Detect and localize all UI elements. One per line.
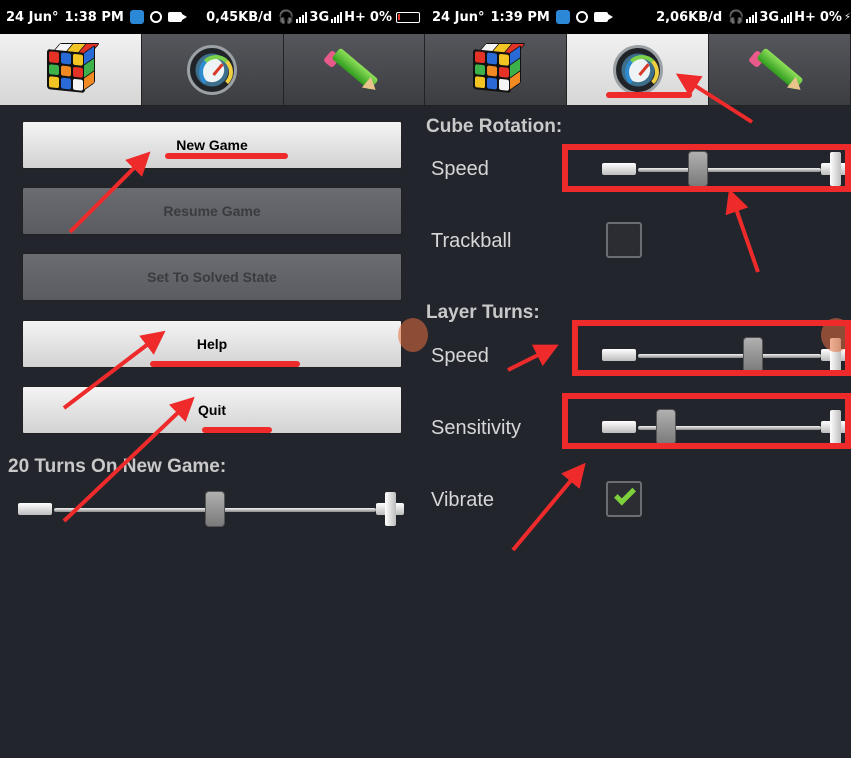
checkmark-icon [614, 483, 636, 506]
minus-icon[interactable] [602, 421, 636, 433]
battery-percent: 0% [819, 9, 842, 25]
slider-thumb[interactable] [205, 491, 225, 527]
signal-icon [781, 11, 793, 23]
speedometer-icon [612, 44, 663, 95]
sensitivity-slider[interactable] [602, 408, 849, 448]
pencil-icon [748, 42, 807, 98]
cube-rotation-title: Cube Rotation: [426, 116, 563, 137]
layer-speed-label: Speed [431, 345, 489, 367]
new-game-button[interactable]: New Game [22, 121, 402, 169]
network-speed: 0,45KB/d [206, 9, 273, 25]
status-bar-right: 24 Jun° 1:39 PM 2,06KB/d 🎧 3G H+ 0% ⚡ [426, 0, 851, 34]
slider-thumb[interactable] [687, 151, 708, 187]
chat-icon [149, 11, 162, 23]
sensitivity-label: Sensitivity [431, 417, 522, 439]
app-notification-icon [129, 10, 144, 24]
network-type: 3G [309, 9, 330, 25]
annotation-arrows [62, 73, 760, 552]
tab-settings[interactable] [567, 34, 709, 106]
rubiks-cube-icon [41, 41, 101, 99]
signal-icon [331, 11, 343, 23]
minus-icon[interactable] [602, 163, 636, 175]
slider-thumb[interactable] [655, 409, 676, 445]
tab-game[interactable] [425, 34, 568, 106]
vibrate-label: Vibrate [431, 489, 495, 511]
status-bar-left: 24 Jun° 1:38 PM 0,45KB/d 🎧 3G H+ 0% [0, 0, 426, 34]
speedometer-icon [187, 44, 238, 95]
minus-icon[interactable] [602, 349, 636, 361]
headphones-icon: 🎧 [278, 9, 295, 25]
app-notification-icon [555, 10, 570, 24]
help-button[interactable]: Help [22, 320, 402, 368]
turns-slider[interactable] [18, 490, 404, 530]
cube-speed-slider[interactable] [602, 150, 849, 190]
headphones-icon: 🎧 [728, 9, 745, 25]
set-solved-button: Set To Solved State [22, 253, 402, 301]
layer-turns-title: Layer Turns: [426, 302, 540, 323]
network-type: 3G [759, 9, 780, 25]
tab-editor[interactable] [283, 34, 426, 106]
video-icon [593, 12, 613, 22]
signal-icon [746, 11, 758, 23]
layer-speed-slider[interactable] [602, 336, 849, 376]
video-icon [167, 12, 187, 22]
battery-icon [396, 11, 420, 23]
quit-button[interactable]: Quit [22, 386, 402, 434]
touch-indicator [398, 318, 428, 352]
status-time: 1:38 PM [64, 9, 124, 25]
resume-game-button: Resume Game [22, 187, 402, 235]
network-speed: 2,06KB/d [656, 9, 723, 25]
slider-thumb[interactable] [743, 337, 764, 373]
trackball-label: Trackball [431, 230, 512, 252]
vibrate-checkbox[interactable] [606, 481, 642, 517]
tab-settings[interactable] [141, 34, 284, 106]
chat-icon [575, 11, 588, 23]
status-time: 1:39 PM [490, 9, 550, 25]
cube-speed-label: Speed [431, 158, 489, 180]
minus-icon[interactable] [18, 503, 52, 515]
status-date: 24 Jun° [432, 9, 485, 25]
rubiks-cube-icon [467, 41, 526, 99]
tab-game[interactable] [0, 34, 142, 106]
tab-editor[interactable] [708, 34, 851, 106]
charging-icon: ⚡ [843, 11, 851, 23]
trackball-checkbox[interactable] [606, 222, 642, 258]
tab-bar [0, 34, 851, 106]
battery-percent: 0% [369, 9, 392, 25]
network-type-2: H+ [344, 9, 366, 25]
signal-icon [296, 11, 308, 23]
pencil-icon [322, 42, 382, 98]
status-date: 24 Jun° [6, 9, 59, 25]
network-type-2: H+ [794, 9, 816, 25]
turns-label: 20 Turns On New Game: [8, 456, 227, 477]
